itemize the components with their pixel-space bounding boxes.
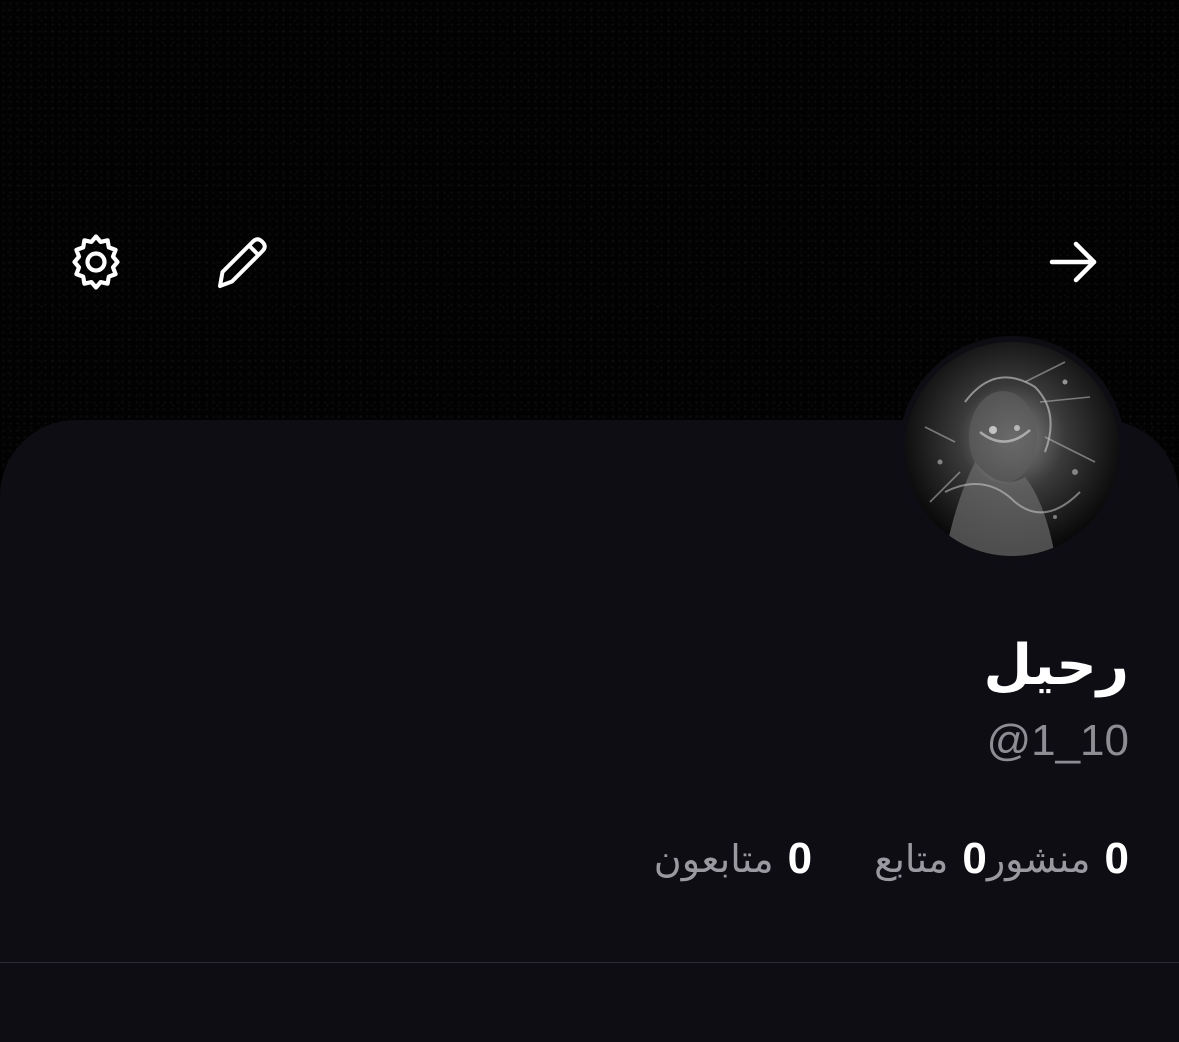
divider [0,962,1179,963]
posts-count: 0 [1104,834,1129,883]
following-label: متابع [874,837,949,881]
back-button[interactable] [1034,222,1114,302]
username-handle: @1_10 [986,716,1129,765]
followers-count: 0 [787,834,813,883]
avatar-image [905,342,1119,556]
edit-profile-button[interactable] [200,220,280,300]
posts-stat[interactable]: 0 منشور [987,832,1129,886]
posts-label: منشور [986,837,1091,881]
followers-label: متابعون [653,837,774,881]
display-name: رحيل [983,633,1129,698]
settings-button[interactable] [56,222,136,302]
avatar[interactable] [899,336,1125,562]
profile-stats: 0 متابعون 0 متابع 0 منشور [592,832,1129,886]
following-count: 0 [962,834,987,883]
pencil-icon [218,237,267,288]
gear-icon [72,234,120,290]
following-stat[interactable]: 0 متابع [874,832,987,886]
followers-stat[interactable]: 0 متابعون [654,832,812,886]
arrow-right-icon [1049,241,1097,283]
